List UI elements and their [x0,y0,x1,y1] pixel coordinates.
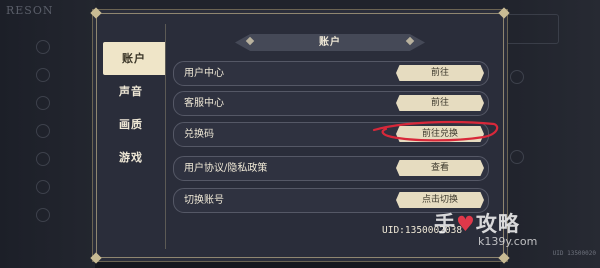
background-mail-icon [36,208,50,222]
view-agreement-button[interactable]: 查看 [396,160,484,176]
nav-divider [165,24,166,249]
row-customer-service: 客服中心 前往 [173,91,489,116]
watermark-url: k139y.com [478,235,538,248]
nav-tab-game[interactable]: 游戏 [97,141,165,174]
background-chat-icon [36,180,50,194]
background-star-icon [36,152,50,166]
row-user-agreement: 用户协议/隐私政策 查看 [173,156,489,181]
corner-uid-tag: UID 13500020 [552,250,596,257]
customer-service-go-button[interactable]: 前往 [396,95,484,111]
background-right-icon [510,150,524,164]
row-label: 兑换码 [184,129,214,140]
section-header: 账户 [235,34,425,51]
background-menu-icon [36,40,50,54]
background-right-icon [510,70,524,84]
nav-tab-account[interactable]: 账户 [103,42,165,75]
background-map-icon [36,96,50,110]
red-circle-annotation [372,120,499,142]
row-label: 客服中心 [184,98,224,109]
heart-icon: ♥ [456,212,476,236]
row-user-center: 用户中心 前往 [173,61,489,86]
background-gear-icon [36,68,50,82]
background-event-panel [505,14,559,44]
watermark-logo: 手♥攻略 [434,212,520,236]
row-label: 用户中心 [184,68,224,79]
background-game-title: RESON [6,4,54,17]
nav-tab-graphics[interactable]: 画质 [97,108,165,141]
user-center-go-button[interactable]: 前往 [396,65,484,81]
background-bag-icon [36,124,50,138]
nav-tab-sound[interactable]: 声音 [97,75,165,108]
row-label: 切换账号 [184,195,224,206]
site-watermark: 手♥攻略 k139y.com UID 13500020 [418,200,600,260]
settings-nav: 账户 声音 画质 游戏 [97,42,165,174]
section-title: 账户 [319,37,341,48]
row-label: 用户协议/隐私政策 [184,163,268,174]
